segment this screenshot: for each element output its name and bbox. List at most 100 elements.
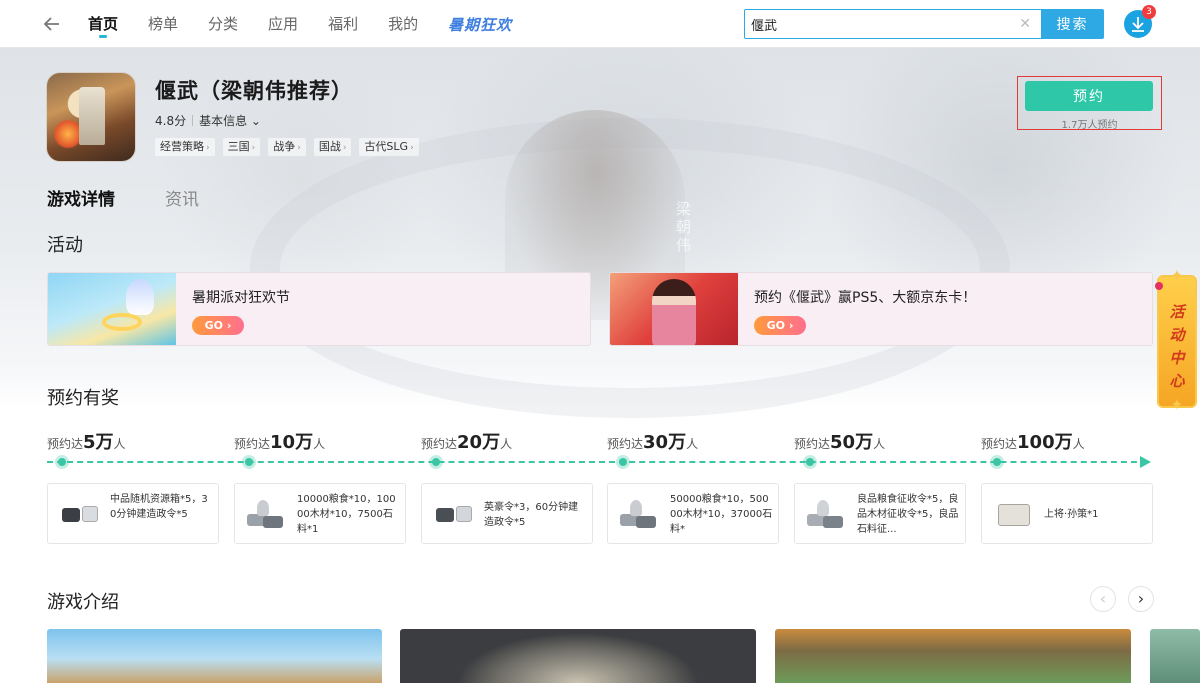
- go-button[interactable]: GO ›: [754, 316, 806, 335]
- activity-card-summer[interactable]: 暑期派对狂欢节 GO ›: [47, 272, 591, 346]
- reward-text: 50000粮食*10，50000木材*10，37000石料*: [670, 494, 773, 535]
- screenshot-thumbnail[interactable]: [775, 629, 1131, 683]
- milestone-label: 预约达30万人: [607, 428, 698, 454]
- reward-card: 良品粮食征收令*5，良品木材征收令*5，良品石料征...: [794, 483, 966, 544]
- screenshot-thumbnail[interactable]: [1150, 629, 1200, 683]
- divider: [192, 115, 194, 126]
- tag-three-kingdoms[interactable]: 三国 ›: [222, 138, 261, 156]
- hero-token-icon: [434, 500, 474, 528]
- tag-label: 经营策略: [160, 140, 204, 153]
- reserve-rewards-title: 预约有奖: [47, 388, 119, 409]
- milestone-label: 预约达10万人: [234, 428, 325, 454]
- milestone-prefix: 预约达: [794, 437, 831, 451]
- milestone-prefix: 预约达: [607, 437, 644, 451]
- grain-wood-stone-icon: [620, 500, 660, 528]
- go-label: GO: [204, 319, 223, 332]
- nav-category[interactable]: 分类: [208, 0, 238, 48]
- chevron-right-icon: ›: [342, 143, 347, 153]
- timeline-arrow-icon: [1140, 456, 1151, 468]
- search-box: ✕: [744, 9, 1042, 39]
- nav-ranking[interactable]: 榜单: [148, 0, 178, 48]
- reward-text: 10000粮食*10，10000木材*10，7500石料*1: [297, 494, 396, 535]
- download-manager-icon[interactable]: 3: [1124, 5, 1156, 38]
- app-title: 偃武（梁朝伟推荐）: [155, 79, 353, 103]
- timeline-dot: [55, 455, 69, 469]
- app-rating: 4.8分: [155, 114, 187, 128]
- swim-ring: [102, 313, 142, 331]
- reserve-button[interactable]: 预约: [1025, 81, 1153, 111]
- carousel-next-button[interactable]: ›: [1128, 586, 1154, 612]
- tag-strategy[interactable]: 经营策略 ›: [155, 138, 215, 156]
- tab-game-details[interactable]: 游戏详情: [47, 185, 117, 210]
- go-button[interactable]: GO ›: [192, 316, 244, 335]
- milestone-value: 50万: [830, 432, 874, 453]
- activities-title: 活动: [47, 235, 83, 256]
- game-intro-title: 游戏介绍: [47, 592, 119, 613]
- basic-info-label: 基本信息: [199, 114, 248, 128]
- app-icon: [46, 72, 136, 162]
- reward-card: 英豪令*3，60分钟建造政令*5: [421, 483, 593, 544]
- reward-text: 中品随机资源箱*5，30分钟建造政令*5: [110, 494, 208, 520]
- timeline-dot: [803, 455, 817, 469]
- reserve-count: 1.7万人预约: [1061, 120, 1118, 131]
- tag-label: 古代SLG: [364, 140, 409, 153]
- tag-war[interactable]: 战争 ›: [268, 138, 306, 156]
- milestone-prefix: 预约达: [981, 437, 1018, 451]
- progress-timeline: [47, 461, 1147, 463]
- screenshot-thumbnail[interactable]: [47, 629, 382, 683]
- carousel-prev-button[interactable]: ‹: [1090, 586, 1116, 612]
- main-nav: 首页 榜单 分类 应用 福利 我的 暑期狂欢: [88, 0, 512, 48]
- milestone-value: 20万: [457, 432, 501, 453]
- activity-title: 预约《偃武》赢PS5、大额京东卡！: [754, 290, 977, 306]
- nav-home[interactable]: 首页: [88, 0, 118, 48]
- nav-mine[interactable]: 我的: [388, 0, 418, 48]
- reward-card: 10000粮食*10，10000木材*10，7500石料*1: [234, 483, 406, 544]
- milestone-prefix: 预约达: [234, 437, 271, 451]
- reward-text: 良品粮食征收令*5，良品木材征收令*5，良品石料征...: [857, 494, 959, 535]
- milestone-suffix: 人: [313, 437, 326, 451]
- milestone-prefix: 预约达: [421, 437, 458, 451]
- reward-card: 50000粮食*10，50000木材*10，37000石料*: [607, 483, 779, 544]
- nav-summer-promo[interactable]: 暑期狂欢: [448, 14, 512, 35]
- activity-card-reserve-prize[interactable]: 预约《偃武》赢PS5、大额京东卡！ GO ›: [609, 272, 1153, 346]
- activity-center-float[interactable]: ✦ 活动中心 ✦: [1157, 268, 1197, 413]
- back-arrow-icon[interactable]: [40, 12, 64, 36]
- milestone-prefix: 预约达: [47, 437, 84, 451]
- tag-label: 国战: [318, 140, 341, 153]
- grain-wood-stone-icon: [247, 500, 287, 528]
- milestone-value: 100万: [1017, 432, 1073, 453]
- chevron-right-icon: ›: [251, 143, 256, 153]
- milestone-suffix: 人: [686, 437, 699, 451]
- tab-news[interactable]: 资讯: [165, 185, 199, 210]
- activity-image-summer: [48, 273, 176, 345]
- reward-text: 上将·孙策*1: [1044, 509, 1099, 520]
- timeline-dot: [429, 455, 443, 469]
- search-input[interactable]: [751, 16, 1001, 32]
- scroll-icon: [994, 500, 1034, 528]
- screenshot-thumbnail[interactable]: [400, 629, 756, 683]
- tag-ancient-slg[interactable]: 古代SLG ›: [359, 138, 419, 156]
- nav-apps[interactable]: 应用: [268, 0, 298, 48]
- basic-info-link[interactable]: 基本信息 ⌄: [199, 112, 261, 129]
- milestone-value: 5万: [83, 432, 114, 453]
- milestone-value: 10万: [270, 432, 314, 453]
- chevron-right-icon: ›: [206, 143, 210, 153]
- nav-welfare[interactable]: 福利: [328, 0, 358, 48]
- notification-dot: [1155, 282, 1163, 290]
- activity-image-reserve: [610, 273, 738, 345]
- spokesperson-caption: 梁朝伟: [676, 200, 692, 254]
- chevron-right-icon: ›: [410, 143, 414, 153]
- timeline-dot: [990, 455, 1004, 469]
- milestone-label: 预约达5万人: [47, 428, 126, 454]
- character-art: [652, 279, 696, 345]
- download-count-badge: 3: [1142, 5, 1156, 19]
- milestone-suffix: 人: [873, 437, 886, 451]
- tag-nation-war[interactable]: 国战 ›: [313, 138, 352, 156]
- timeline-dot: [616, 455, 630, 469]
- tag-label: 三国: [227, 140, 250, 153]
- app-icon-statue: [79, 87, 105, 145]
- clear-icon[interactable]: ✕: [1019, 16, 1031, 32]
- search-button[interactable]: 搜索: [1041, 9, 1104, 39]
- levy-order-icon: [807, 500, 847, 528]
- chevron-right-icon: ›: [297, 143, 301, 153]
